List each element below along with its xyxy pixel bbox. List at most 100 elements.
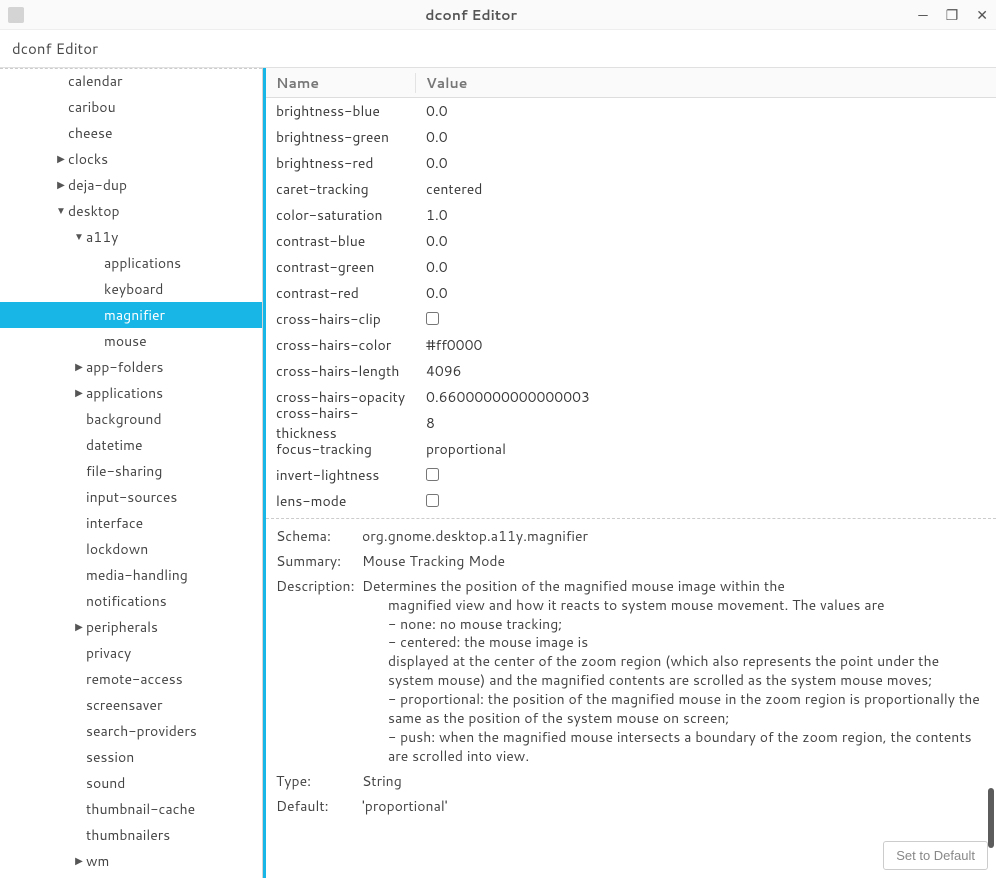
tree-item-app-folders[interactable]: ▶app-folders [0,354,262,380]
key-row[interactable]: brightness-green0.0 [266,124,996,150]
tree-expander-icon[interactable]: ▶ [72,386,86,400]
tree-expander-icon[interactable]: ▶ [72,620,86,634]
tree-item-thumbnailers[interactable]: thumbnailers [0,822,262,848]
tree-item-label: input-sources [86,487,177,507]
tree-item-interface[interactable]: interface [0,510,262,536]
key-row[interactable]: cross-hairs-length4096 [266,358,996,384]
tree-item-sound[interactable]: sound [0,770,262,796]
main-panel: Name Value brightness-blue0.0brightness-… [263,68,996,878]
key-row[interactable]: invert-lightness [266,462,996,488]
tree-expander-icon[interactable]: ▶ [72,360,86,374]
key-value[interactable]: #ff0000 [416,335,996,355]
key-value[interactable]: 8 [416,413,996,433]
key-name: caret-tracking [266,179,416,199]
tree-item-remote-access[interactable]: remote-access [0,666,262,692]
tree-item-datetime[interactable]: datetime [0,432,262,458]
column-name-header[interactable]: Name [266,73,416,93]
key-value[interactable]: 0.0 [416,257,996,277]
tree-item-label: interface [86,513,143,533]
tree-item-deja-dup[interactable]: ▶deja-dup [0,172,262,198]
key-name: color-saturation [266,205,416,225]
maximize-button[interactable]: ❐ [946,5,959,25]
tree-item-label: wm [86,851,109,871]
tree-expander-icon[interactable]: ▼ [72,230,86,244]
key-value-checkbox[interactable] [426,468,439,481]
tree-expander-icon[interactable]: ▶ [72,854,86,868]
summary-value: Mouse Tracking Mode [362,552,986,571]
tree-item-label: datetime [86,435,143,455]
key-row[interactable]: cross-hairs-clip [266,306,996,332]
tree-item-label: thumbnailers [86,825,170,845]
tree-item-desktop[interactable]: ▼desktop [0,198,262,224]
key-row[interactable]: cross-hairs-thickness8 [266,410,996,436]
tree-item-notifications[interactable]: notifications [0,588,262,614]
tree-item-peripherals[interactable]: ▶peripherals [0,614,262,640]
tree-item-magnifier[interactable]: magnifier [0,302,262,328]
tree-item-search-providers[interactable]: search-providers [0,718,262,744]
breadcrumb: dconf Editor [0,30,996,67]
key-value[interactable] [416,309,996,329]
tree-expander-icon[interactable]: ▼ [54,204,68,218]
key-name: brightness-green [266,127,416,147]
schema-label: Schema: [276,527,362,546]
key-row[interactable]: caret-trackingcentered [266,176,996,202]
close-button[interactable]: ✕ [976,5,988,25]
key-value[interactable]: 1.0 [416,205,996,225]
minimize-button[interactable]: — [918,5,927,25]
tree-item-mouse[interactable]: mouse [0,328,262,354]
key-value[interactable] [416,491,996,511]
key-row[interactable]: lens-mode [266,488,996,514]
tree-item-caribou[interactable]: caribou [0,94,262,120]
column-value-header[interactable]: Value [416,73,996,93]
key-value[interactable]: proportional [416,439,996,459]
key-value[interactable]: 0.0 [416,231,996,251]
tree-item-a11y[interactable]: ▼a11y [0,224,262,250]
tree-item-label: notifications [86,591,167,611]
tree-expander-icon[interactable]: ▶ [54,152,68,166]
tree-item-input-sources[interactable]: input-sources [0,484,262,510]
tree-item-background[interactable]: background [0,406,262,432]
tree-item-clocks[interactable]: ▶clocks [0,146,262,172]
tree-item-applications[interactable]: ▶applications [0,380,262,406]
table-header: Name Value [266,68,996,98]
key-value[interactable] [416,465,996,485]
tree-item-wm[interactable]: ▶wm [0,848,262,874]
tree-item-calendar[interactable]: calendar [0,68,262,94]
tree-item-lockdown[interactable]: lockdown [0,536,262,562]
key-value[interactable]: 0.0 [416,283,996,303]
key-row[interactable]: brightness-blue0.0 [266,98,996,124]
key-value[interactable]: 0.0 [416,153,996,173]
summary-label: Summary: [276,552,362,571]
key-value[interactable]: 0.0 [416,127,996,147]
key-value[interactable]: centered [416,179,996,199]
tree-item-keyboard[interactable]: keyboard [0,276,262,302]
tree-expander-icon[interactable]: ▶ [54,178,68,192]
key-name: brightness-red [266,153,416,173]
scrollbar-thumb[interactable] [988,788,994,848]
tree-item-privacy[interactable]: privacy [0,640,262,666]
schema-tree[interactable]: calendarcariboucheese▶clocks▶deja-dup▼de… [0,68,263,878]
key-row[interactable]: focus-trackingproportional [266,436,996,462]
key-value[interactable]: 0.66000000000000003 [416,387,996,407]
tree-item-cheese[interactable]: cheese [0,120,262,146]
tree-item-screensaver[interactable]: screensaver [0,692,262,718]
key-value[interactable]: 4096 [416,361,996,381]
key-value-checkbox[interactable] [426,312,439,325]
key-row[interactable]: contrast-green0.0 [266,254,996,280]
set-to-default-button[interactable]: Set to Default [883,841,988,870]
tree-item-session[interactable]: session [0,744,262,770]
key-name: cross-hairs-color [266,335,416,355]
key-value[interactable]: 0.0 [416,101,996,121]
key-value-checkbox[interactable] [426,494,439,507]
tree-item-media-handling[interactable]: media-handling [0,562,262,588]
key-row[interactable]: contrast-red0.0 [266,280,996,306]
key-list[interactable]: brightness-blue0.0brightness-green0.0bri… [266,98,996,514]
key-row[interactable]: color-saturation1.0 [266,202,996,228]
titlebar: dconf Editor — ❐ ✕ [0,0,996,30]
key-row[interactable]: brightness-red0.0 [266,150,996,176]
key-row[interactable]: contrast-blue0.0 [266,228,996,254]
key-row[interactable]: cross-hairs-color#ff0000 [266,332,996,358]
tree-item-applications[interactable]: applications [0,250,262,276]
tree-item-file-sharing[interactable]: file-sharing [0,458,262,484]
tree-item-thumbnail-cache[interactable]: thumbnail-cache [0,796,262,822]
